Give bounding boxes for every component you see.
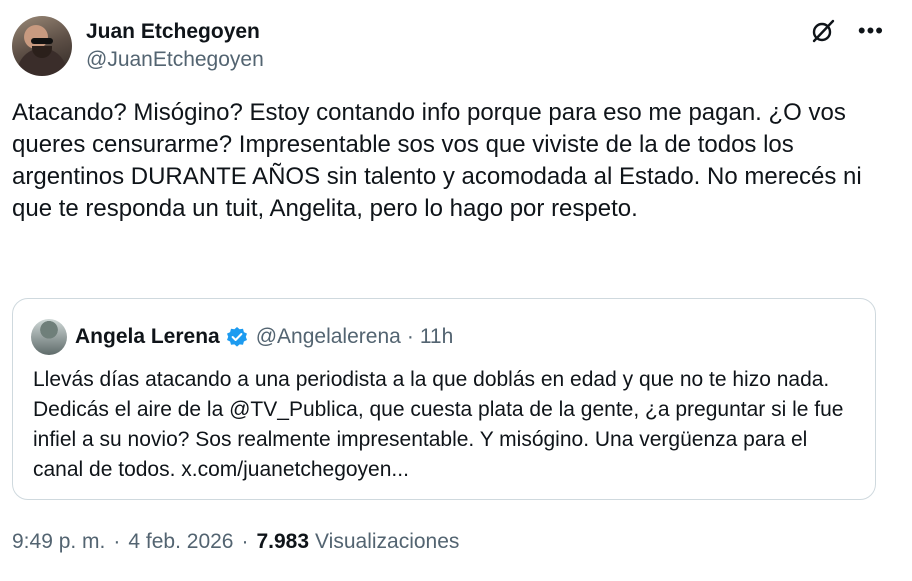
tweet-top-actions: ••• xyxy=(810,18,884,44)
author-handle[interactable]: @JuanEtchegoyen xyxy=(86,46,264,74)
quoted-display-name[interactable]: Angela Lerena xyxy=(75,325,220,349)
grok-icon[interactable] xyxy=(810,18,836,44)
author-display-name[interactable]: Juan Etchegoyen xyxy=(86,18,264,46)
author-avatar[interactable] xyxy=(12,16,72,76)
quoted-separator: · xyxy=(406,325,414,348)
meta-separator: · xyxy=(241,530,249,553)
quoted-tweet[interactable]: Angela Lerena @Angelalerena · 11h Llevás… xyxy=(12,298,876,500)
views-count: 7.983 xyxy=(256,530,310,553)
tweet-time[interactable]: 9:49 p. m. xyxy=(12,530,105,554)
meta-separator: · xyxy=(113,530,121,553)
verified-badge-icon xyxy=(226,327,247,347)
tweet-card: Juan Etchegoyen @JuanEtchegoyen ••• Atac… xyxy=(0,0,912,581)
tweet-meta: 9:49 p. m. · 4 feb. 2026 · 7.983 Visuali… xyxy=(12,530,459,554)
avatar-beard xyxy=(32,46,52,58)
more-icon[interactable]: ••• xyxy=(858,19,884,43)
tweet-text: Atacando? Misógino? Estoy contando info … xyxy=(12,99,862,222)
tweet-header: Juan Etchegoyen @JuanEtchegoyen xyxy=(12,14,264,78)
quoted-tweet-header: Angela Lerena @Angelalerena · 11h xyxy=(31,319,453,355)
quoted-handle[interactable]: @Angelalerena xyxy=(256,325,401,349)
avatar-glasses xyxy=(31,38,53,44)
quoted-avatar[interactable] xyxy=(31,319,67,355)
author-names: Juan Etchegoyen @JuanEtchegoyen xyxy=(86,18,264,74)
views-label: Visualizaciones xyxy=(315,530,460,553)
quoted-text: Llevás días atacando a una periodista a … xyxy=(33,368,844,481)
quoted-time[interactable]: 11h xyxy=(420,325,453,349)
tweet-date[interactable]: 4 feb. 2026 xyxy=(128,530,233,554)
